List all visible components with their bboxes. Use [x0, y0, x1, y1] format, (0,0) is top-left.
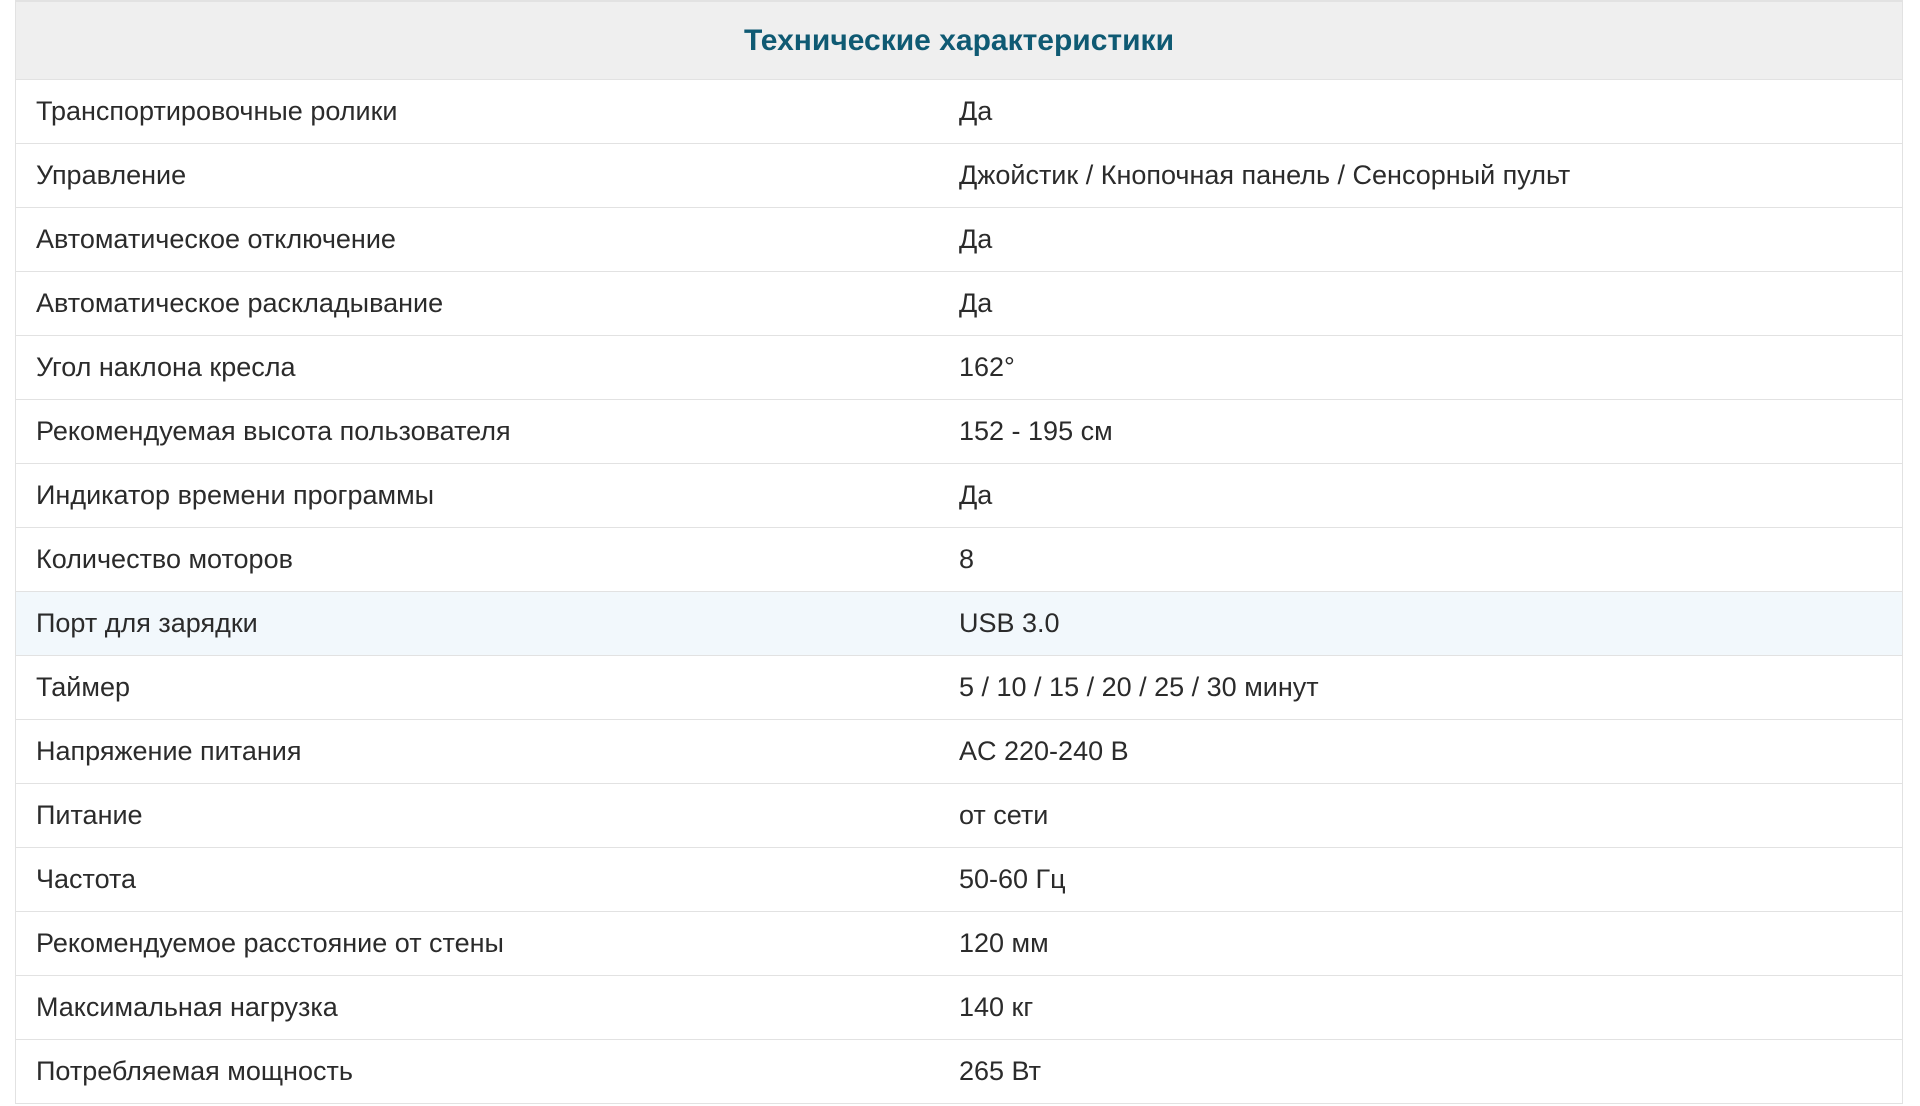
- spec-label: Транспортировочные ролики: [15, 79, 959, 144]
- spec-label: Питание: [15, 783, 959, 848]
- spec-label: Рекомендуемая высота пользователя: [15, 399, 959, 464]
- spec-label: Таймер: [15, 655, 959, 720]
- spec-value: 8: [959, 527, 1903, 592]
- spec-label: Автоматическое отключение: [15, 207, 959, 272]
- table-row: Напряжение питания AC 220-240 В: [15, 719, 1903, 784]
- spec-label: Количество моторов: [15, 527, 959, 592]
- spec-label: Порт для зарядки: [15, 591, 959, 656]
- specifications-table: Технические характеристики Транспортиров…: [15, 0, 1903, 1104]
- table-row: Автоматическое отключение Да: [15, 207, 1903, 272]
- spec-value: Джойстик / Кнопочная панель / Сенсорный …: [959, 143, 1903, 208]
- table-row: Рекомендуемая высота пользователя 152 - …: [15, 399, 1903, 464]
- table-row: Количество моторов 8: [15, 527, 1903, 592]
- spec-label: Индикатор времени программы: [15, 463, 959, 528]
- spec-label: Максимальная нагрузка: [15, 975, 959, 1040]
- table-row: Рекомендуемое расстояние от стены 120 мм: [15, 911, 1903, 976]
- table-row: Потребляемая мощность 265 Вт: [15, 1039, 1903, 1104]
- table-row-highlighted: Порт для зарядки USB 3.0: [15, 591, 1903, 656]
- spec-value: от сети: [959, 783, 1903, 848]
- spec-value: Да: [959, 79, 1903, 144]
- table-row: Транспортировочные ролики Да: [15, 79, 1903, 144]
- spec-value: Да: [959, 271, 1903, 336]
- spec-value: 162°: [959, 335, 1903, 400]
- spec-label: Автоматическое раскладывание: [15, 271, 959, 336]
- table-row: Индикатор времени программы Да: [15, 463, 1903, 528]
- spec-label: Рекомендуемое расстояние от стены: [15, 911, 959, 976]
- table-header-row: Технические характеристики: [15, 0, 1903, 80]
- spec-label: Угол наклона кресла: [15, 335, 959, 400]
- spec-value: 265 Вт: [959, 1039, 1903, 1104]
- table-row: Угол наклона кресла 162°: [15, 335, 1903, 400]
- spec-label: Напряжение питания: [15, 719, 959, 784]
- spec-value: Да: [959, 207, 1903, 272]
- spec-value: 120 мм: [959, 911, 1903, 976]
- table-title: Технические характеристики: [15, 0, 1903, 80]
- table-row: Максимальная нагрузка 140 кг: [15, 975, 1903, 1040]
- spec-value: USB 3.0: [959, 591, 1903, 656]
- spec-label: Частота: [15, 847, 959, 912]
- spec-label: Управление: [15, 143, 959, 208]
- spec-value: 152 - 195 см: [959, 399, 1903, 464]
- table-row: Автоматическое раскладывание Да: [15, 271, 1903, 336]
- spec-label: Потребляемая мощность: [15, 1039, 959, 1104]
- table-row: Частота 50-60 Гц: [15, 847, 1903, 912]
- table-row: Управление Джойстик / Кнопочная панель /…: [15, 143, 1903, 208]
- spec-value: 50-60 Гц: [959, 847, 1903, 912]
- spec-value: Да: [959, 463, 1903, 528]
- spec-value: 140 кг: [959, 975, 1903, 1040]
- spec-value: 5 / 10 / 15 / 20 / 25 / 30 минут: [959, 655, 1903, 720]
- table-row: Питание от сети: [15, 783, 1903, 848]
- table-row: Таймер 5 / 10 / 15 / 20 / 25 / 30 минут: [15, 655, 1903, 720]
- spec-value: AC 220-240 В: [959, 719, 1903, 784]
